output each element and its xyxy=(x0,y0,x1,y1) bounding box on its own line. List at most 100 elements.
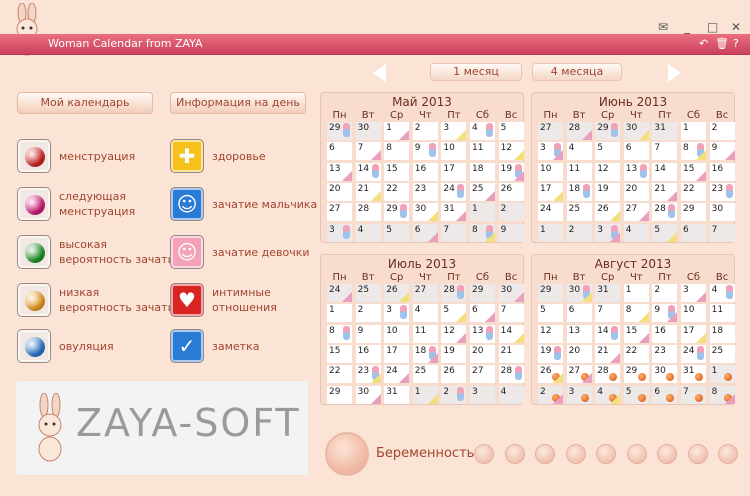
day-cell[interactable]: 29 xyxy=(595,122,621,140)
day-cell[interactable]: 30 xyxy=(355,122,381,140)
day-cell[interactable]: 29 xyxy=(327,122,352,140)
day-cell[interactable]: 3 xyxy=(384,304,410,323)
day-cell[interactable]: 4 xyxy=(566,142,592,161)
day-cell[interactable]: 18 xyxy=(470,162,495,181)
day-cell[interactable]: 9 xyxy=(709,142,735,161)
day-cell[interactable]: 17 xyxy=(681,324,706,343)
day-cell[interactable]: 20 xyxy=(327,182,352,201)
day-cell[interactable]: 23 xyxy=(709,182,735,201)
day-cell[interactable]: 2 xyxy=(441,385,467,404)
one-month-button[interactable]: 1 месяц xyxy=(430,63,522,81)
day-cell[interactable]: 14 xyxy=(595,324,621,343)
day-cell[interactable]: 12 xyxy=(441,324,467,343)
four-months-button[interactable]: 4 месяца xyxy=(532,63,622,81)
day-cell[interactable]: 23 xyxy=(652,344,678,363)
day-cell[interactable]: 1 xyxy=(623,284,649,302)
day-cell[interactable]: 5 xyxy=(652,223,678,242)
day-cell[interactable]: 19 xyxy=(441,344,467,363)
day-cell[interactable]: 2 xyxy=(412,122,438,140)
day-cell[interactable]: 10 xyxy=(681,304,706,323)
day-cell[interactable]: 10 xyxy=(441,142,467,161)
day-cell[interactable]: 17 xyxy=(538,182,563,201)
day-cell[interactable]: 30 xyxy=(652,365,678,384)
day-cell[interactable]: 12 xyxy=(538,324,563,343)
day-cell[interactable]: 27 xyxy=(327,203,352,222)
pregnancy-week-circle[interactable] xyxy=(687,444,708,464)
day-cell[interactable]: 2 xyxy=(709,122,735,140)
day-cell[interactable]: 25 xyxy=(709,344,735,363)
day-cell[interactable]: 3 xyxy=(566,385,592,404)
day-cell[interactable]: 26 xyxy=(441,365,467,384)
undo-icon[interactable]: ↶ xyxy=(699,37,708,50)
day-cell[interactable]: 3 xyxy=(441,122,467,140)
day-cell[interactable]: 21 xyxy=(355,182,381,201)
day-info-button[interactable]: Информация на день xyxy=(170,92,306,114)
day-cell[interactable]: 1 xyxy=(470,203,495,222)
day-cell[interactable]: 8 xyxy=(681,142,706,161)
day-cell[interactable]: 20 xyxy=(623,182,649,201)
day-cell[interactable]: 4 xyxy=(470,122,495,140)
day-cell[interactable]: 28 xyxy=(595,365,621,384)
day-cell[interactable]: 14 xyxy=(355,162,381,181)
day-cell[interactable]: 7 xyxy=(709,223,735,242)
day-cell[interactable]: 29 xyxy=(623,365,649,384)
maximize-button[interactable]: □ xyxy=(707,20,718,34)
close-button[interactable]: ✕ xyxy=(731,20,741,34)
day-cell[interactable]: 13 xyxy=(566,324,592,343)
day-cell[interactable]: 23 xyxy=(355,365,381,384)
day-cell[interactable]: 27 xyxy=(470,365,495,384)
day-cell[interactable]: 30 xyxy=(498,284,524,302)
day-cell[interactable]: 10 xyxy=(384,324,410,343)
day-cell[interactable]: 31 xyxy=(441,203,467,222)
day-cell[interactable]: 16 xyxy=(355,344,381,363)
day-cell[interactable]: 28 xyxy=(355,203,381,222)
day-cell[interactable]: 2 xyxy=(498,203,524,222)
day-cell[interactable]: 4 xyxy=(709,284,735,302)
day-cell[interactable]: 11 xyxy=(709,304,735,323)
day-cell[interactable]: 8 xyxy=(384,142,410,161)
prev-arrow-icon[interactable] xyxy=(373,64,386,82)
mail-icon[interactable]: ✉ xyxy=(658,20,668,34)
day-cell[interactable]: 28 xyxy=(498,365,524,384)
day-cell[interactable]: 31 xyxy=(595,284,621,302)
day-cell[interactable]: 23 xyxy=(412,182,438,201)
day-cell[interactable]: 24 xyxy=(327,284,352,302)
day-cell[interactable]: 6 xyxy=(681,223,706,242)
day-cell[interactable]: 5 xyxy=(441,304,467,323)
day-cell[interactable]: 30 xyxy=(709,203,735,222)
day-cell[interactable]: 21 xyxy=(652,182,678,201)
day-cell[interactable]: 9 xyxy=(412,142,438,161)
day-cell[interactable]: 9 xyxy=(355,324,381,343)
day-cell[interactable]: 5 xyxy=(384,223,410,242)
day-cell[interactable]: 8 xyxy=(327,324,352,343)
day-cell[interactable]: 9 xyxy=(498,223,524,242)
day-cell[interactable]: 1 xyxy=(681,122,706,140)
day-cell[interactable]: 30 xyxy=(412,203,438,222)
day-cell[interactable]: 25 xyxy=(470,182,495,201)
day-cell[interactable]: 8 xyxy=(623,304,649,323)
day-cell[interactable]: 28 xyxy=(441,284,467,302)
day-cell[interactable]: 15 xyxy=(327,344,352,363)
day-cell[interactable]: 4 xyxy=(498,385,524,404)
day-cell[interactable]: 29 xyxy=(538,284,563,302)
day-cell[interactable]: 17 xyxy=(441,162,467,181)
day-cell[interactable]: 9 xyxy=(652,304,678,323)
day-cell[interactable]: 2 xyxy=(652,284,678,302)
day-cell[interactable]: 2 xyxy=(538,385,563,404)
day-cell[interactable]: 22 xyxy=(681,182,706,201)
day-cell[interactable]: 4 xyxy=(412,304,438,323)
day-cell[interactable]: 7 xyxy=(355,142,381,161)
pregnancy-week-circle[interactable] xyxy=(504,444,525,464)
pregnancy-week-circle[interactable] xyxy=(535,444,555,464)
day-cell[interactable]: 1 xyxy=(538,223,563,242)
day-cell[interactable]: 29 xyxy=(681,203,706,222)
day-cell[interactable]: 8 xyxy=(709,385,735,404)
day-cell[interactable]: 31 xyxy=(652,122,678,140)
day-cell[interactable]: 16 xyxy=(652,324,678,343)
day-cell[interactable]: 30 xyxy=(566,284,592,302)
day-cell[interactable]: 3 xyxy=(681,284,706,302)
day-cell[interactable]: 12 xyxy=(498,142,524,161)
day-cell[interactable]: 1 xyxy=(327,304,352,323)
day-cell[interactable]: 10 xyxy=(538,162,563,181)
day-cell[interactable]: 29 xyxy=(327,385,352,404)
